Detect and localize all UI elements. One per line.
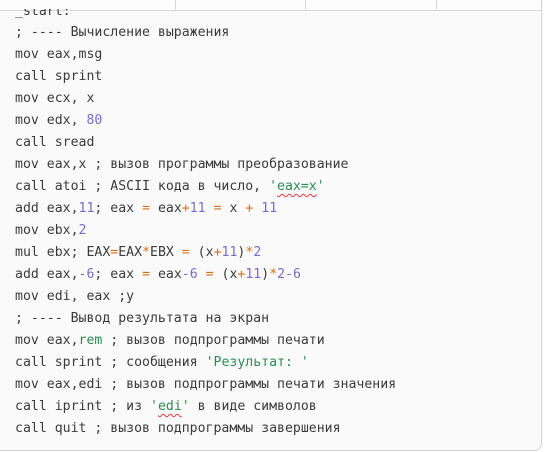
code-line[interactable]: call sprint: [15, 66, 396, 88]
code-token: ; вызов подпрограммы печати: [102, 333, 325, 348]
spellcheck-token: eax=x: [277, 179, 317, 194]
code-token: rem: [78, 333, 103, 348]
code-line[interactable]: add eax,-6; eax = eax-6 = (x+11)*2-6: [15, 264, 396, 286]
code-token: 11: [261, 201, 278, 216]
code-token: ; ---- Вычисление выражения: [15, 25, 230, 40]
code-line[interactable]: mov edx, 80: [15, 110, 396, 132]
code-token: *: [142, 245, 151, 260]
code-line[interactable]: mov edi, eax ;y: [15, 286, 396, 308]
code-token: call atoi ; ASCII кода в число,: [15, 179, 270, 194]
code-token: x: [221, 201, 246, 216]
code-token: ': [181, 399, 190, 414]
code-token: ; ---- Вывод результата на экран: [15, 311, 270, 326]
code-token: add eax,: [15, 201, 79, 216]
code-token: 11: [78, 201, 95, 216]
code-token: =: [142, 267, 151, 282]
code-line[interactable]: call quit ; вызов подпрограммы завершени…: [15, 418, 396, 440]
code-token: mov eax,x ; вызов программы преобразован…: [15, 157, 349, 172]
code-line[interactable]: call sprint ; сообщения 'Результат: ': [15, 352, 396, 374]
code-token: EAX: [118, 245, 143, 260]
code-line[interactable]: _start:: [15, 9, 396, 22]
code-token: -6: [78, 267, 95, 282]
code-token: 2: [78, 223, 87, 238]
code-token: ): [261, 267, 270, 282]
code-token: call sprint ; сообщения: [15, 355, 206, 370]
code-token: 11: [245, 267, 262, 282]
code-token: call sread: [15, 135, 95, 150]
code-token: =: [213, 201, 222, 216]
code-token: -6: [285, 267, 301, 282]
code-token: mul ebx; EAX: [15, 245, 111, 260]
code-token: ; eax: [94, 267, 143, 282]
code-token: =: [142, 201, 151, 216]
code-token: call sprint: [15, 69, 103, 84]
code-token: eax: [150, 267, 182, 282]
code-editor[interactable]: _start: ; ---- Вычисление выражения mov ea…: [0, 0, 542, 451]
code-token: +: [213, 245, 222, 260]
code-token: 'Результат: ': [205, 355, 309, 370]
code-token: 2: [277, 267, 286, 282]
code-token: add eax,: [15, 267, 79, 282]
code-token: mov eax,: [15, 333, 79, 348]
code-line[interactable]: ; ---- Вычисление выражения: [15, 22, 396, 44]
code-text-area[interactable]: _start: ; ---- Вычисление выражения mov ea…: [15, 9, 396, 440]
code-token: call iprint ; из: [15, 399, 150, 414]
code-line[interactable]: mov ecx, x: [15, 88, 396, 110]
code-line[interactable]: add eax,11; eax = eax+11 = x + 11: [15, 198, 396, 220]
code-line[interactable]: mov eax,x ; вызов программы преобразован…: [15, 154, 396, 176]
code-token: call quit ; вызов подпрограммы завершени…: [15, 421, 341, 436]
code-line[interactable]: call sread: [15, 132, 396, 154]
code-token: 80: [86, 113, 103, 128]
code-token: ': [149, 399, 158, 414]
spellcheck-token: edi: [157, 399, 182, 414]
code-token: ': [316, 179, 325, 194]
code-token: mov edx,: [15, 113, 87, 128]
code-token: в виде символов: [189, 399, 317, 414]
code-line[interactable]: call atoi ; ASCII кода в число, 'eax=x': [15, 176, 396, 198]
code-token: (x: [189, 245, 214, 260]
code-line[interactable]: mov eax,edi ; вызов подпрограммы печати …: [15, 374, 396, 396]
code-token: mov eax,msg: [15, 47, 103, 62]
code-token: _start:: [15, 9, 71, 19]
code-token: 11: [189, 201, 206, 216]
code-line[interactable]: mul ebx; EAX=EAX*EBX = (x+11)*2: [15, 242, 396, 264]
editor-window: _start: ; ---- Вычисление выражения mov ea…: [0, 0, 552, 452]
scrollbar-gutter: [543, 0, 552, 452]
code-token: 11: [221, 245, 238, 260]
code-line[interactable]: mov eax,rem ; вызов подпрограммы печати: [15, 330, 396, 352]
code-line[interactable]: mov ebx,2: [15, 220, 396, 242]
code-token: =: [205, 267, 214, 282]
code-token: ; eax: [94, 201, 143, 216]
code-line[interactable]: mov eax,msg: [15, 44, 396, 66]
code-token: (x: [213, 267, 238, 282]
code-token: EBX: [150, 245, 182, 260]
code-token: eax: [150, 201, 182, 216]
code-token: mov eax,edi ; вызов подпрограммы печати …: [15, 377, 397, 392]
code-line[interactable]: ; ---- Вывод результата на экран: [15, 308, 396, 330]
code-token: mov ecx, x: [15, 91, 95, 106]
code-token: 2: [253, 245, 262, 260]
code-token: mov edi, eax ;y: [15, 289, 135, 304]
code-token: =: [181, 245, 190, 260]
code-token: -6: [181, 267, 198, 282]
code-token: ': [269, 179, 278, 194]
code-line[interactable]: call iprint ; из 'edi' в виде символов: [15, 396, 396, 418]
code-token: mov ebx,: [15, 223, 79, 238]
code-token: +: [181, 201, 190, 216]
code-token: *: [269, 267, 278, 282]
